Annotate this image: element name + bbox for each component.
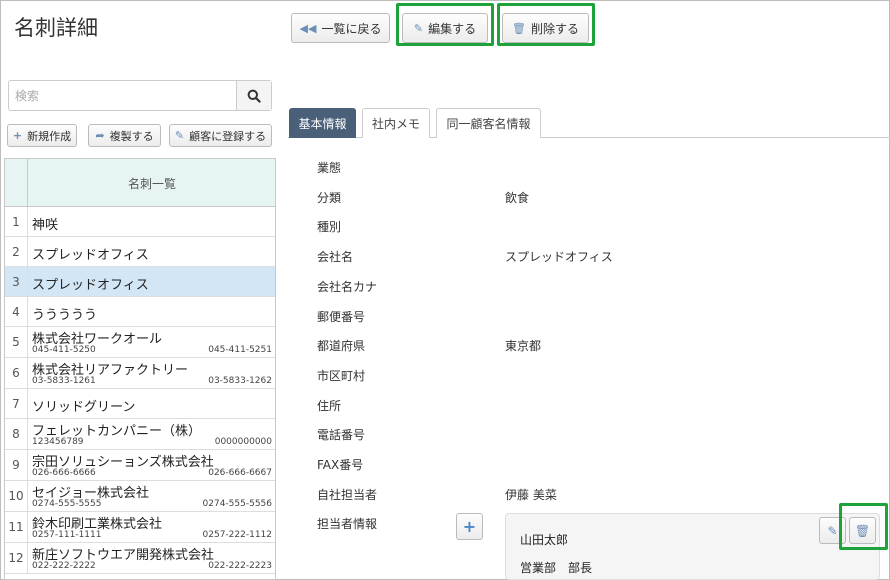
new-card-button[interactable]: + 新規作成 <box>7 124 77 147</box>
card-fax: 026-666-6667 <box>208 468 272 478</box>
list-item[interactable]: 11 鈴木印刷工業株式会社 0257-111-1111 0257-222-1112 <box>5 512 275 543</box>
card-fax: 03-5833-1262 <box>208 376 272 386</box>
page-title: 名刺詳細 <box>14 16 98 40</box>
plus-icon: + <box>12 129 23 142</box>
field-label: 自社担当者 <box>317 488 378 502</box>
copy-label: 複製する <box>109 129 154 143</box>
field-label: 業態 <box>317 161 342 175</box>
list-header: 名刺一覧 <box>5 159 275 207</box>
row-number: 12 <box>5 543 28 573</box>
row-number: 10 <box>5 481 28 511</box>
card-phone: 026-666-6666 <box>32 468 96 478</box>
detail-tabs: 基本情報 社内メモ 同一顧客名情報 <box>288 108 890 138</box>
row-number: 1 <box>5 207 28 236</box>
card-fax: 045-411-5251 <box>208 345 272 355</box>
list-item[interactable]: 12 新庄ソフトウエア開発株式会社 022-222-2222 022-222-2223 <box>5 543 275 574</box>
field-label: FAX番号 <box>317 458 364 472</box>
field-label: 住所 <box>317 399 342 413</box>
card-fax: 0000000000 <box>214 437 272 447</box>
card-fax: 022-222-2223 <box>208 561 272 571</box>
list-item[interactable]: 7 ソリッドグリーン <box>5 389 275 419</box>
field-label: 会社名カナ <box>317 280 378 294</box>
copy-button[interactable]: ➦ 複製する <box>88 124 161 147</box>
back-to-list-button[interactable]: ◀◀ 一覧に戻る <box>291 13 390 43</box>
double-chevron-left-icon: ◀◀ <box>299 21 317 35</box>
field-label: 分類 <box>317 191 342 205</box>
list-item[interactable]: 1 神咲 <box>5 207 275 237</box>
card-phone: 045-411-5250 <box>32 345 96 355</box>
field-label: 郵便番号 <box>317 310 366 324</box>
card-company-name: ソリッドグリーン <box>32 400 136 415</box>
field-label: 電話番号 <box>317 428 366 442</box>
pencil-icon: ✎ <box>174 129 185 142</box>
field-value: 飲食 <box>505 191 530 205</box>
card-phone: 022-222-2222 <box>32 561 96 571</box>
plus-icon: + <box>462 517 477 536</box>
new-card-label: 新規作成 <box>27 129 72 143</box>
field-value: 東京都 <box>505 339 542 353</box>
card-phone: 0274-555-5555 <box>32 499 102 509</box>
row-number: 5 <box>5 327 28 357</box>
search-input[interactable] <box>9 81 237 110</box>
card-company-name: ううううう <box>32 308 98 323</box>
row-number-header <box>5 159 28 207</box>
field-label: 種別 <box>317 220 342 234</box>
row-number: 3 <box>5 267 28 296</box>
row-number: 9 <box>5 450 28 480</box>
field-label: 担当者情報 <box>317 517 378 531</box>
card-fax: 0257-222-1112 <box>202 530 272 540</box>
register-customer-button[interactable]: ✎ 顧客に登録する <box>169 124 272 147</box>
field-value: 伊藤 美菜 <box>505 488 557 502</box>
add-contact-button[interactable]: + <box>456 513 483 540</box>
row-number: 8 <box>5 419 28 449</box>
card-phone: 0257-111-1111 <box>32 530 102 540</box>
card-company-name: 神咲 <box>32 218 59 233</box>
list-item[interactable]: 2 スプレッドオフィス <box>5 237 275 267</box>
row-number: 11 <box>5 512 28 542</box>
list-item[interactable]: 3 スプレッドオフィス <box>5 267 275 297</box>
share-icon: ➦ <box>95 129 105 142</box>
row-number: 2 <box>5 237 28 266</box>
tab-same-customer-info[interactable]: 同一顧客名情報 <box>436 108 541 138</box>
list-item[interactable]: 6 株式会社リアファクトリー 03-5833-1261 03-5833-1262 <box>5 358 275 389</box>
card-company-name: スプレッドオフィス <box>32 278 149 293</box>
list-item[interactable]: 5 株式会社ワークオール 045-411-5250 045-411-5251 <box>5 327 275 358</box>
row-number: 4 <box>5 297 28 326</box>
back-to-list-label: 一覧に戻る <box>321 21 382 36</box>
delete-highlight-box <box>497 3 595 46</box>
search-box <box>8 80 272 111</box>
delete-contact-highlight-box <box>839 503 888 550</box>
list-header-label: 名刺一覧 <box>127 176 176 191</box>
card-phone: 123456789 <box>32 437 84 447</box>
row-number: 7 <box>5 389 28 418</box>
card-fax: 0274-555-5556 <box>202 499 272 509</box>
card-phone: 03-5833-1261 <box>32 376 96 386</box>
list-item[interactable]: 10 セイジョー株式会社 0274-555-5555 0274-555-5556 <box>5 481 275 512</box>
field-value: スプレッドオフィス <box>505 250 613 264</box>
tab-basic-info[interactable]: 基本情報 <box>289 108 356 138</box>
list-item[interactable]: 8 フェレットカンパニー（株） 123456789 0000000000 <box>5 419 275 450</box>
contact-name: 山田太郎 <box>520 533 569 547</box>
business-card-list: 名刺一覧 1 神咲 2 スプレッドオフィス 3 スプレッドオフィス 4 ううううう 5 株式会社ワ… <box>4 158 276 580</box>
search-button[interactable] <box>236 81 271 110</box>
edit-highlight-box <box>396 3 494 46</box>
tab-internal-memo[interactable]: 社内メモ <box>362 108 430 138</box>
register-customer-label: 顧客に登録する <box>189 129 267 143</box>
pencil-icon: ✎ <box>827 523 838 538</box>
field-label: 市区町村 <box>317 369 366 383</box>
field-label: 都道府県 <box>317 339 366 353</box>
list-item[interactable]: 9 宗田ソリュシーョンズ株式会社 026-666-6666 026-666-6667 <box>5 450 275 481</box>
contact-department: 営業部 部長 <box>520 561 593 575</box>
search-icon <box>247 89 261 103</box>
list-item[interactable]: 4 ううううう <box>5 297 275 327</box>
card-company-name: スプレッドオフィス <box>32 248 149 263</box>
field-label: 会社名 <box>317 250 354 264</box>
row-number: 6 <box>5 358 28 388</box>
